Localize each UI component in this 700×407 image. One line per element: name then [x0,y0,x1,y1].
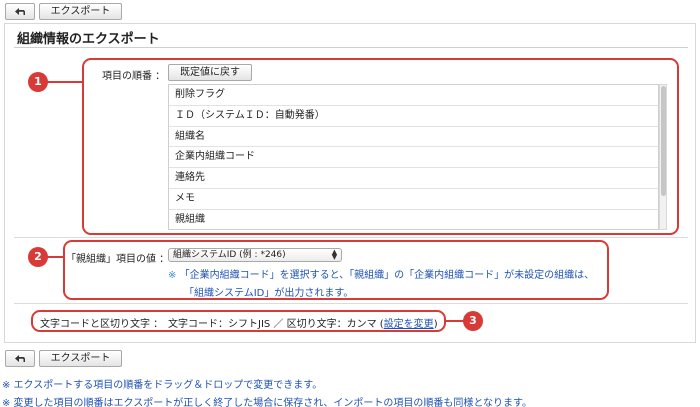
parent-value-note-1: ※ 「企業内組織コード」を選択すると、「親組織」の「企業内組織コード」が未設定の… [168,266,594,281]
reset-default-button[interactable]: 既定値に戻す [168,64,252,81]
order-label: 項目の順番 ： [102,71,166,82]
list-item[interactable]: メモ [169,189,658,210]
list-item[interactable]: 企業内組織コード [169,147,658,169]
export-button-bottom[interactable]: エクスポート [39,350,122,367]
order-list[interactable]: 削除フラグ ＩＤ（システムＩＤ：自動発番） 組織名 企業内組織コード 連絡先 メ… [168,84,659,230]
list-item[interactable]: ＩＤ（システムＩＤ：自動発番） [169,106,658,127]
encoding-value-end: ) [433,319,438,330]
title-divider [14,47,688,48]
encoding-label: 文字コードと区切り文字 ： [40,319,164,330]
note-mark: ※ [168,270,177,281]
badge-1-leader [46,81,83,83]
encoding-value: 文字コード：シフトJIS ／ 区切り文字：カンマ (設定を変更) [168,315,438,330]
parent-value-note-2: 「組織システムID」が出力されます。 [184,288,354,299]
badge-3-leader [446,320,464,322]
section-divider [14,237,688,238]
page-title: 組織情報のエクスポート [17,32,160,47]
export-button-top[interactable]: エクスポート [39,3,122,20]
footnote-1: ※ エクスポートする項目の順番をドラッグ＆ドロップで変更できます。 [2,380,323,391]
list-item[interactable]: 組織名 [169,127,658,148]
badge-3: 3 [463,311,483,331]
scrollbar-thumb[interactable] [661,86,666,196]
encoding-value-text: 文字コード：シフトJIS ／ 区切り文字：カンマ ( [168,319,384,330]
select-arrows-icon: ▲ ▼ [331,248,338,261]
list-item[interactable]: 削除フラグ [169,85,658,106]
section-divider [14,303,688,304]
footnote-2: ※ 変更した項目の順番はエクスポートが正しく終了した場合に保存され、インポートの… [2,398,533,407]
parent-value-label: 「親組織」項目の値 ： [66,254,170,265]
note-line-1: 「企業内組織コード」を選択すると、「親組織」の「企業内組織コード」が未設定の組織… [179,270,595,281]
back-button-bottom[interactable] [5,350,35,367]
back-arrow-icon [15,8,25,15]
badge-2-leader [46,256,64,258]
list-item[interactable]: 親組織 [169,210,658,229]
back-button[interactable] [5,3,35,20]
back-arrow-icon [15,355,25,362]
order-list-scrollbar[interactable] [659,84,667,230]
parent-value-selected: 組織システムID (例 : *246) [173,250,286,260]
badge-2: 2 [28,247,48,267]
parent-value-select[interactable]: 組織システムID (例 : *246) ▲ ▼ [168,248,342,262]
change-settings-link[interactable]: 設定を変更 [384,319,434,330]
badge-1: 1 [28,72,48,92]
list-item[interactable]: 連絡先 [169,168,658,189]
